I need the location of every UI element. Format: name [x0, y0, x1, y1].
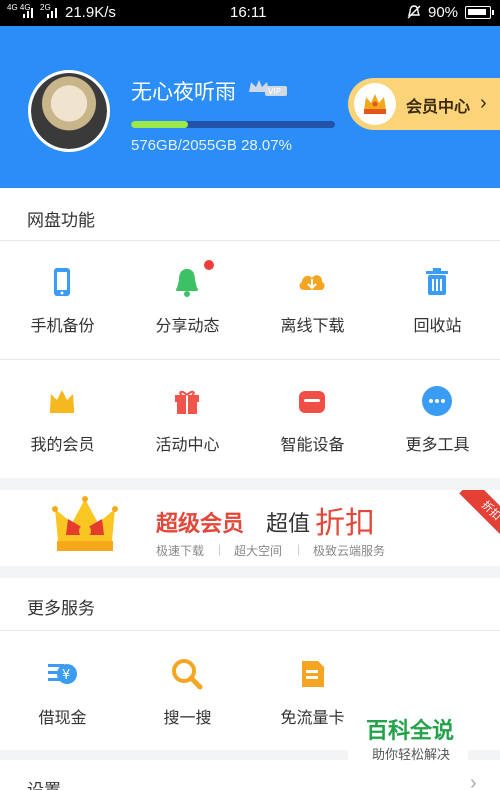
chevron-right-icon: › [470, 772, 477, 790]
feature-activity-center[interactable]: 活动中心 [125, 385, 250, 495]
gift-icon [175, 390, 199, 414]
feature-label: 手机备份 [30, 318, 95, 335]
clock: 16:11 [230, 4, 267, 21]
watermark-subtitle: 助你轻松解决 [372, 747, 451, 762]
section-title-features: 网盘功能 [27, 211, 95, 230]
notification-dot [204, 260, 214, 270]
banner-title: 超级会员 [156, 511, 245, 536]
storage-quota-text: 576GB/2055GB 28.07% [131, 137, 292, 154]
crown-icon [50, 390, 74, 413]
member-crown-icon [354, 83, 396, 125]
profile-header: 无心夜听雨 VIP 576GB/2055GB 28.07% 会员中心 › [0, 26, 500, 188]
feature-label: 智能设备 [280, 437, 345, 454]
section-title-more-services: 更多服务 [27, 599, 95, 618]
settings-title: 设置 [27, 776, 61, 790]
vip-badge: VIP [268, 87, 281, 96]
device-icon [299, 391, 325, 413]
storage-progress-bar [131, 121, 335, 128]
discount-ribbon: 折扣 [450, 490, 500, 540]
search-icon [172, 659, 203, 690]
status-bar: 4G 4G 2G 21.9K/s 16:11 90% [0, 0, 500, 26]
more-icon [422, 386, 452, 416]
discount-ribbon-label: 折扣 [459, 490, 500, 540]
mute-bell-icon [407, 5, 421, 19]
service-search[interactable]: 搜一搜 [125, 658, 250, 768]
feature-my-membership[interactable]: 我的会员 [0, 385, 125, 495]
member-center-label: 会员中心 [406, 99, 471, 116]
vip-crown-icon: VIP [249, 80, 287, 96]
battery-icon [465, 6, 494, 19]
cloud-download-icon [299, 275, 325, 290]
feature-label: 离线下载 [280, 318, 345, 335]
features-panel: 网盘功能 手机备份 分享动态 离线下载 回收站 我的会员 活动中心 智能设备 更… [0, 188, 500, 478]
feature-label: 分享动态 [155, 318, 220, 335]
bell-icon [176, 269, 198, 297]
feature-label: 更多工具 [405, 437, 470, 454]
banner-tag: 超大空间 [234, 544, 283, 558]
signal-bars-icon [23, 8, 33, 18]
banner-middle: 超值 [266, 511, 311, 536]
battery-percent: 90% [428, 4, 459, 21]
trash-icon [426, 268, 448, 295]
sim-card-icon [302, 661, 324, 687]
feature-label: 我的会员 [30, 437, 95, 454]
banner-tag: 极速下载 [156, 544, 205, 558]
avatar[interactable] [28, 70, 110, 152]
banner-emphasis: 折扣 [315, 507, 375, 540]
service-label: 搜一搜 [163, 710, 212, 727]
banner-tag: 极致云端服务 [313, 544, 386, 558]
network-speed: 21.9K/s [65, 4, 116, 21]
feature-label: 回收站 [413, 318, 462, 335]
banner-crown-icon [52, 496, 118, 551]
storage-progress-fill [131, 121, 189, 128]
member-center-button[interactable]: 会员中心 › [348, 78, 500, 130]
signal2-bars-icon [47, 8, 57, 18]
username: 无心夜听雨 [131, 81, 236, 104]
feature-more-tools[interactable]: 更多工具 [375, 385, 500, 495]
chevron-right-icon: › [480, 92, 487, 114]
svg-text:¥: ¥ [62, 668, 70, 683]
feature-smart-devices[interactable]: 智能设备 [250, 385, 375, 495]
watermark-title: 百科全说 [366, 718, 455, 743]
service-label: 借现金 [38, 710, 87, 727]
phone-icon [54, 268, 70, 296]
service-borrow-cash[interactable]: ¥ 借现金 [0, 658, 125, 768]
feature-label: 活动中心 [155, 437, 220, 454]
cash-icon: ¥ [48, 664, 77, 684]
